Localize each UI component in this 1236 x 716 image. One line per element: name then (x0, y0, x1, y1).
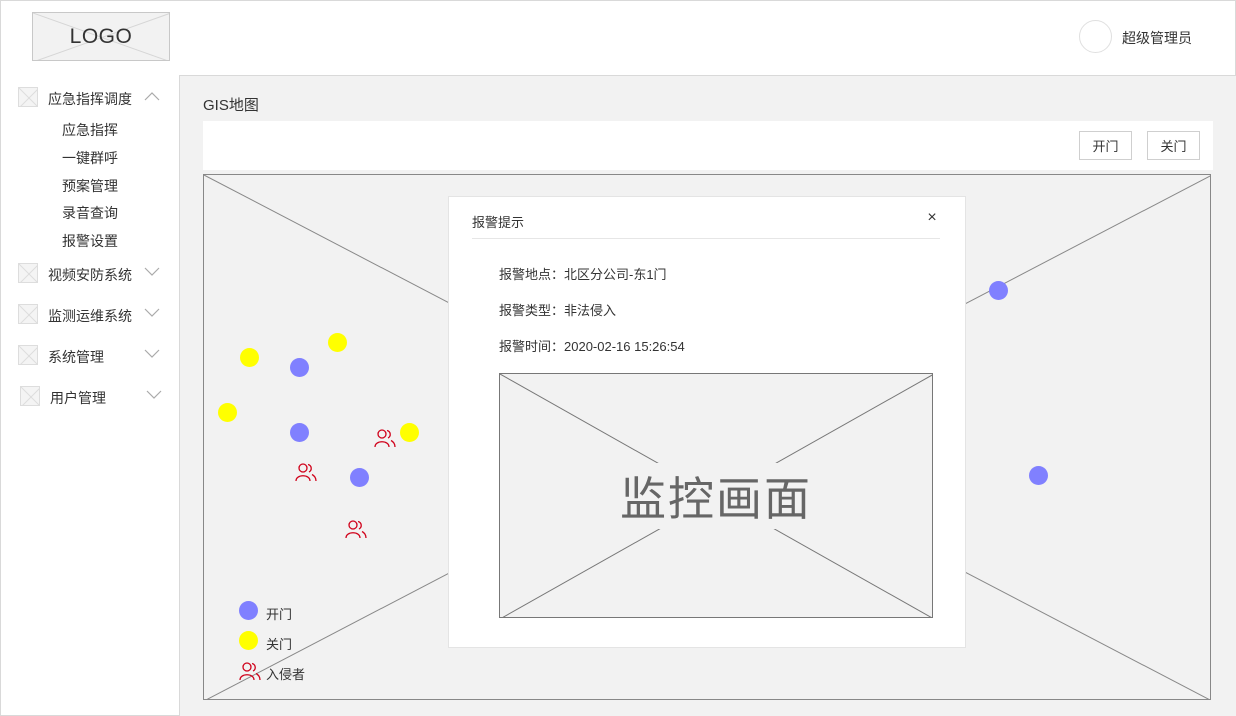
menu-placeholder-icon (18, 304, 38, 324)
chevron-up-icon (144, 92, 160, 101)
intruder-icon[interactable] (345, 519, 367, 539)
intruder-icon (239, 662, 261, 681)
alarm-type: 报警类型：非法侵入 (499, 303, 617, 318)
sidebar-group-monitoring-ops[interactable]: 监测运维系统 (1, 304, 179, 328)
door-open-marker[interactable] (989, 281, 1008, 300)
menu-placeholder-icon (20, 386, 40, 406)
chevron-down-icon (146, 390, 162, 399)
surveillance-feed[interactable]: 监控画面 (499, 373, 933, 618)
door-open-marker[interactable] (350, 468, 369, 487)
user-avatar[interactable] (1079, 20, 1112, 53)
intruder-icon[interactable] (374, 428, 396, 448)
app-frame: LOGO 超级管理员 应急指挥调度 应急指挥 一键群呼 预案管理 录音查询 报警… (0, 0, 1236, 716)
legend-open-dot (239, 601, 258, 620)
close-icon[interactable]: × (923, 209, 941, 227)
sidebar-group-user-management[interactable]: 用户管理 (1, 386, 179, 410)
menu-placeholder-icon (18, 345, 38, 365)
close-door-button[interactable]: 关门 (1147, 131, 1200, 160)
logo-text: LOGO (69, 24, 133, 48)
sidebar-group-emergency-dispatch[interactable]: 应急指挥调度 (1, 87, 179, 111)
door-open-marker[interactable] (290, 358, 309, 377)
door-closed-marker[interactable] (400, 423, 419, 442)
sidebar: 应急指挥调度 应急指挥 一键群呼 预案管理 录音查询 报警设置 视频安防系统 监… (0, 75, 180, 716)
page-title: GIS地图 (203, 97, 259, 114)
chevron-down-icon (144, 267, 160, 276)
sidebar-item-alarm-settings[interactable]: 报警设置 (62, 231, 118, 251)
legend-open-label: 开门 (266, 607, 293, 622)
logo: LOGO (32, 12, 170, 61)
legend-close-dot (239, 631, 258, 650)
sidebar-group-video-security[interactable]: 视频安防系统 (1, 263, 179, 287)
open-door-button[interactable]: 开门 (1079, 131, 1132, 160)
door-open-marker[interactable] (1029, 466, 1048, 485)
sidebar-group-label: 监测运维系统 (48, 308, 132, 324)
chevron-down-icon (144, 349, 160, 358)
door-closed-marker[interactable] (218, 403, 237, 422)
main-content: GIS地图 开门 关门 开门 关门 入侵者 报警提示 × 报警地点：北区分公司-… (180, 76, 1236, 716)
alarm-dialog: 报警提示 × 报警地点：北区分公司-东1门 报警类型：非法侵入 报警时间：202… (448, 196, 966, 648)
menu-placeholder-icon (18, 263, 38, 283)
sidebar-group-system-management[interactable]: 系统管理 (1, 345, 179, 369)
chevron-down-icon (144, 308, 160, 317)
user-name[interactable]: 超级管理员 (1122, 28, 1192, 48)
sidebar-group-label: 系统管理 (48, 349, 104, 365)
sidebar-group-label: 用户管理 (50, 390, 106, 406)
feed-label: 监控画面 (610, 462, 822, 529)
door-open-marker[interactable] (290, 423, 309, 442)
intruder-icon[interactable] (295, 462, 317, 482)
sidebar-item-recording-query[interactable]: 录音查询 (62, 203, 118, 223)
door-closed-marker[interactable] (328, 333, 347, 352)
gis-map[interactable]: 开门 关门 入侵者 报警提示 × 报警地点：北区分公司-东1门 报警类型：非法侵… (203, 174, 1211, 700)
alarm-time: 报警时间：2020-02-16 15:26:54 (499, 339, 685, 354)
dialog-divider (472, 238, 940, 239)
legend-intruder-label: 入侵者 (266, 667, 306, 682)
top-header: LOGO 超级管理员 (0, 0, 1236, 76)
alarm-location: 报警地点：北区分公司-东1门 (499, 267, 667, 282)
sidebar-item-emergency-command[interactable]: 应急指挥 (62, 120, 118, 140)
sidebar-group-label: 视频安防系统 (48, 267, 132, 283)
sidebar-group-label: 应急指挥调度 (48, 91, 132, 107)
map-toolbar: 开门 关门 (203, 121, 1213, 170)
legend-close-label: 关门 (266, 637, 293, 652)
dialog-title: 报警提示 (472, 215, 525, 230)
sidebar-item-group-call[interactable]: 一键群呼 (62, 148, 118, 168)
sidebar-item-plan-management[interactable]: 预案管理 (62, 176, 118, 196)
door-closed-marker[interactable] (240, 348, 259, 367)
feed-label-wrap: 监控画面 (500, 374, 932, 617)
menu-placeholder-icon (18, 87, 38, 107)
